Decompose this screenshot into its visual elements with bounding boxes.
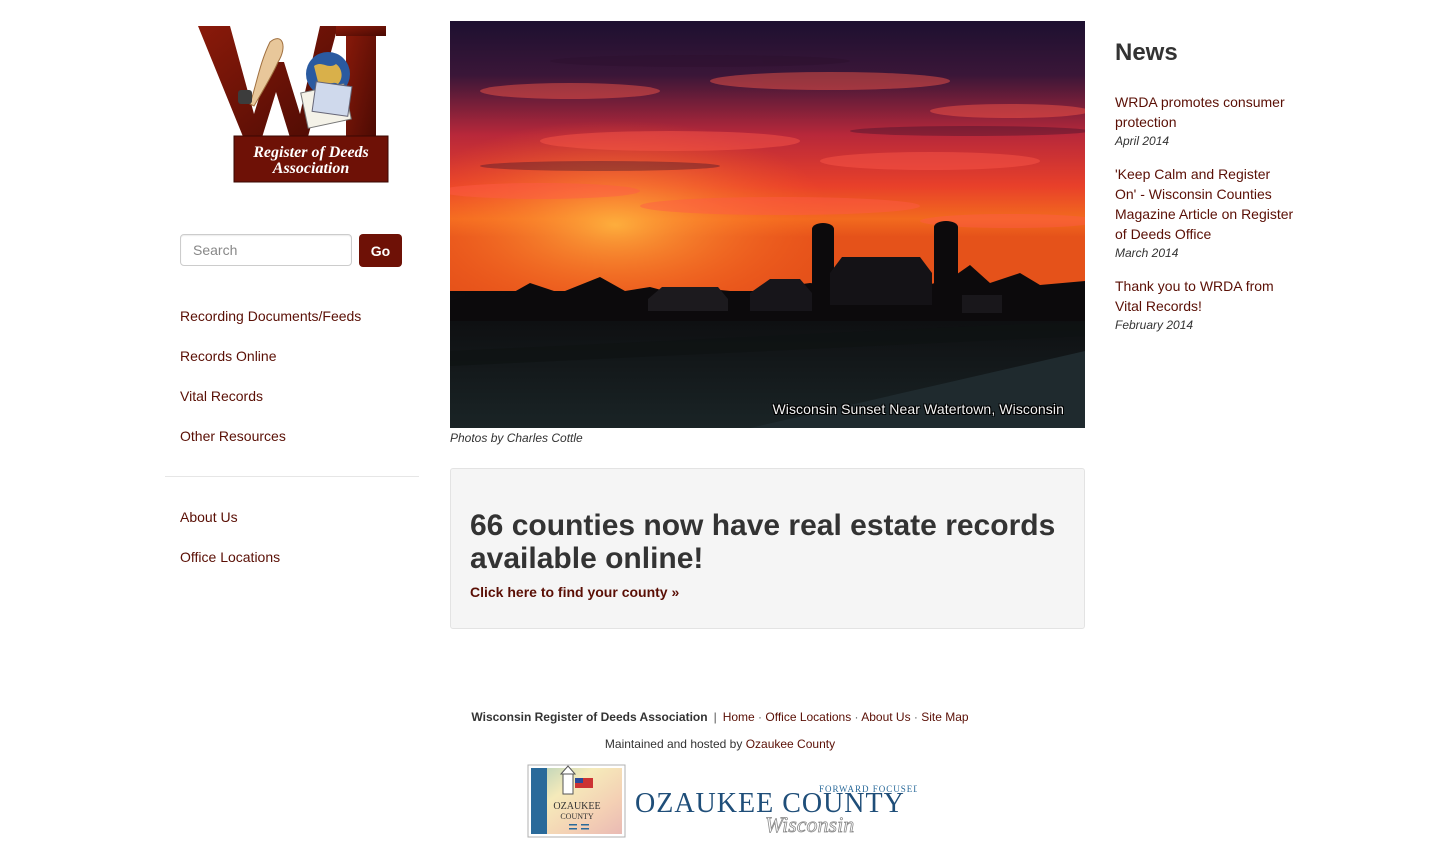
news-item: 'Keep Calm and Register On' - Wisconsin … <box>1115 164 1295 260</box>
footer-link-home[interactable]: Home <box>723 710 755 724</box>
footer-hosted-link[interactable]: Ozaukee County <box>746 737 835 751</box>
search-go-button[interactable]: Go <box>359 234 402 267</box>
footer-org-name: Wisconsin Register of Deeds Association <box>471 710 708 724</box>
nav-item-vital-records[interactable]: Vital Records <box>180 388 263 404</box>
hero-caption: Wisconsin Sunset Near Watertown, Wiscons… <box>772 401 1064 417</box>
nav-item-office-locations[interactable]: Office Locations <box>180 549 280 565</box>
logo-line1: Register of Deeds <box>252 144 369 161</box>
ozaukee-badge-line1: OZAUKEE <box>553 801 600 812</box>
news-heading: News <box>1115 39 1178 66</box>
footer-link-about-us[interactable]: About Us <box>861 710 910 724</box>
photo-credit: Photos by Charles Cottle <box>450 431 583 445</box>
ozaukee-state: Wisconsin <box>765 812 854 837</box>
callout-heading: 66 counties now have real estate records… <box>470 509 1056 575</box>
logo-line2: Association <box>272 160 350 177</box>
nav-item-recording-documents[interactable]: Recording Documents/Feeds <box>180 308 361 324</box>
wrda-logo[interactable]: Register of Deeds Association <box>196 22 390 184</box>
sidebar-divider <box>165 476 419 477</box>
news-item: WRDA promotes consumer protection April … <box>1115 92 1295 148</box>
footer-link-office-locations[interactable]: Office Locations <box>765 710 851 724</box>
nav-item-records-online[interactable]: Records Online <box>180 348 277 364</box>
news-item-date: March 2014 <box>1115 246 1179 260</box>
callout-box: 66 counties now have real estate records… <box>450 468 1085 629</box>
nav-item-about-us[interactable]: About Us <box>180 509 238 525</box>
footer-hosted-prefix: Maintained and hosted by <box>604 737 746 751</box>
sidebar-nav-secondary: About Us Office Locations <box>180 507 280 587</box>
footer-separator: | <box>713 710 717 724</box>
search-form: Go <box>180 234 402 268</box>
news-item-date: April 2014 <box>1115 134 1170 148</box>
news-item-link[interactable]: WRDA promotes consumer protection <box>1115 92 1295 132</box>
footer-links: Wisconsin Register of Deeds Association |… <box>471 710 969 724</box>
nav-item-other-resources[interactable]: Other Resources <box>180 428 286 444</box>
find-county-link[interactable]: Click here to find your county » <box>470 584 679 600</box>
news-item-link[interactable]: 'Keep Calm and Register On' - Wisconsin … <box>1115 164 1295 244</box>
ozaukee-county-logo[interactable]: OZAUKEE COUNTY FORWARD FOCUSED OZAUKEE C… <box>527 764 920 840</box>
news-item-date: February 2014 <box>1115 318 1194 332</box>
footer-hosted: Maintained and hosted by Ozaukee County <box>0 737 1440 751</box>
hero-image: Wisconsin Sunset Near Watertown, Wiscons… <box>450 21 1085 428</box>
search-input[interactable] <box>180 234 352 266</box>
sidebar-nav-main: Recording Documents/Feeds Records Online… <box>180 306 361 466</box>
news-panel: News WRDA promotes consumer protection A… <box>1115 38 1295 348</box>
news-item-link[interactable]: Thank you to WRDA from Vital Records! <box>1115 276 1295 316</box>
ozaukee-badge-line2: COUNTY <box>560 812 594 821</box>
news-item: Thank you to WRDA from Vital Records! Fe… <box>1115 276 1295 332</box>
footer-link-site-map[interactable]: Site Map <box>921 710 968 724</box>
